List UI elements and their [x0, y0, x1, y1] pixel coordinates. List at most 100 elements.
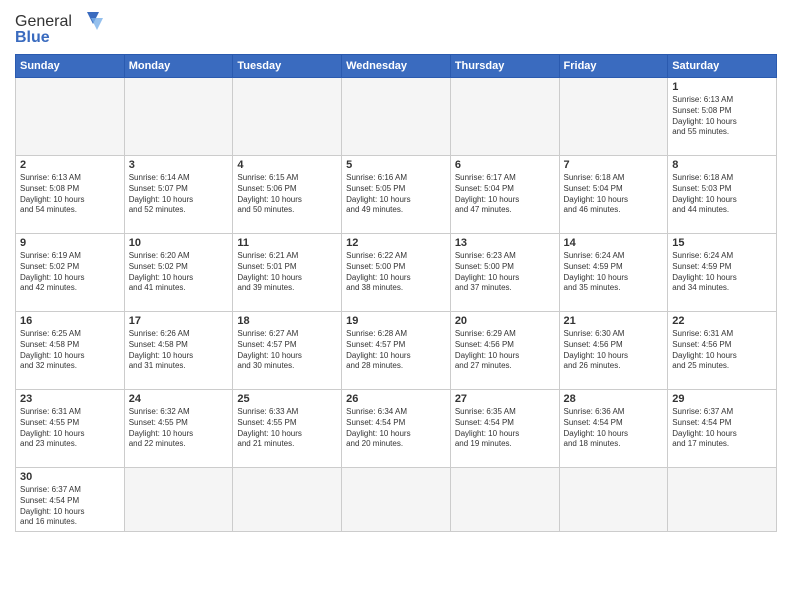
day-info: Sunrise: 6:31 AM Sunset: 4:56 PM Dayligh…	[672, 329, 772, 372]
day-number: 10	[129, 237, 229, 249]
calendar-cell: 1Sunrise: 6:13 AM Sunset: 5:08 PM Daylig…	[668, 78, 777, 156]
day-number: 2	[20, 159, 120, 171]
calendar-cell: 19Sunrise: 6:28 AM Sunset: 4:57 PM Dayli…	[342, 312, 451, 390]
day-number: 13	[455, 237, 555, 249]
day-info: Sunrise: 6:22 AM Sunset: 5:00 PM Dayligh…	[346, 251, 446, 294]
day-number: 6	[455, 159, 555, 171]
day-number: 25	[237, 393, 337, 405]
day-number: 8	[672, 159, 772, 171]
day-info: Sunrise: 6:21 AM Sunset: 5:01 PM Dayligh…	[237, 251, 337, 294]
calendar-cell	[450, 468, 559, 532]
day-number: 9	[20, 237, 120, 249]
weekday-monday: Monday	[124, 55, 233, 78]
weekday-wednesday: Wednesday	[342, 55, 451, 78]
calendar-cell: 28 Sunrise: 6:36 AM Sunset: 4:54 PM Dayli…	[559, 390, 668, 468]
calendar-cell: 2 Sunrise: 6:13 AM Sunset: 5:08 PM Daylig…	[16, 156, 125, 234]
day-number: 11	[237, 237, 337, 249]
calendar-cell: 12Sunrise: 6:22 AM Sunset: 5:00 PM Dayli…	[342, 234, 451, 312]
calendar-cell: 27 Sunrise: 6:35 AM Sunset: 4:54 PM Dayli…	[450, 390, 559, 468]
day-info: Sunrise: 6:29 AM Sunset: 4:56 PM Dayligh…	[455, 329, 555, 372]
day-number: 3	[129, 159, 229, 171]
calendar-cell: 7 Sunrise: 6:18 AM Sunset: 5:04 PM Daylig…	[559, 156, 668, 234]
weekday-saturday: Saturday	[668, 55, 777, 78]
day-info: Sunrise: 6:18 AM Sunset: 5:03 PM Dayligh…	[672, 173, 772, 216]
day-number: 28	[564, 393, 664, 405]
day-info: Sunrise: 6:26 AM Sunset: 4:58 PM Dayligh…	[129, 329, 229, 372]
day-info: Sunrise: 6:34 AM Sunset: 4:54 PM Dayligh…	[346, 407, 446, 450]
day-info: Sunrise: 6:13 AM Sunset: 5:08 PM Dayligh…	[20, 173, 120, 216]
calendar-cell: 16 Sunrise: 6:25 AM Sunset: 4:58 PM Dayli…	[16, 312, 125, 390]
calendar-cell	[559, 468, 668, 532]
calendar-week-3: 16 Sunrise: 6:25 AM Sunset: 4:58 PM Dayli…	[16, 312, 777, 390]
day-info: Sunrise: 6:30 AM Sunset: 4:56 PM Dayligh…	[564, 329, 664, 372]
day-number: 22	[672, 315, 772, 327]
day-info: Sunrise: 6:14 AM Sunset: 5:07 PM Dayligh…	[129, 173, 229, 216]
day-number: 16	[20, 315, 120, 327]
weekday-header-row: SundayMondayTuesdayWednesdayThursdayFrid…	[16, 55, 777, 78]
day-info: Sunrise: 6:24 AM Sunset: 4:59 PM Dayligh…	[564, 251, 664, 294]
day-info: Sunrise: 6:32 AM Sunset: 4:55 PM Dayligh…	[129, 407, 229, 450]
weekday-sunday: Sunday	[16, 55, 125, 78]
day-info: Sunrise: 6:37 AM Sunset: 4:54 PM Dayligh…	[672, 407, 772, 450]
calendar-cell: 8 Sunrise: 6:18 AM Sunset: 5:03 PM Daylig…	[668, 156, 777, 234]
calendar-cell: 3 Sunrise: 6:14 AM Sunset: 5:07 PM Daylig…	[124, 156, 233, 234]
day-number: 20	[455, 315, 555, 327]
day-number: 23	[20, 393, 120, 405]
day-info: Sunrise: 6:15 AM Sunset: 5:06 PM Dayligh…	[237, 173, 337, 216]
calendar-cell: 30 Sunrise: 6:37 AM Sunset: 4:54 PM Dayli…	[16, 468, 125, 532]
day-number: 5	[346, 159, 446, 171]
logo: GeneralBlue	[15, 10, 115, 46]
calendar-week-0: 1Sunrise: 6:13 AM Sunset: 5:08 PM Daylig…	[16, 78, 777, 156]
day-info: Sunrise: 6:37 AM Sunset: 4:54 PM Dayligh…	[20, 485, 120, 528]
weekday-thursday: Thursday	[450, 55, 559, 78]
calendar-week-2: 9Sunrise: 6:19 AM Sunset: 5:02 PM Daylig…	[16, 234, 777, 312]
calendar-cell: 6Sunrise: 6:17 AM Sunset: 5:04 PM Daylig…	[450, 156, 559, 234]
day-info: Sunrise: 6:33 AM Sunset: 4:55 PM Dayligh…	[237, 407, 337, 450]
svg-text:Blue: Blue	[15, 29, 50, 46]
svg-text:General: General	[15, 13, 72, 30]
calendar-table: SundayMondayTuesdayWednesdayThursdayFrid…	[15, 54, 777, 532]
calendar-cell	[124, 468, 233, 532]
calendar-cell	[559, 78, 668, 156]
calendar-cell: 18Sunrise: 6:27 AM Sunset: 4:57 PM Dayli…	[233, 312, 342, 390]
calendar-cell	[124, 78, 233, 156]
day-number: 24	[129, 393, 229, 405]
calendar-cell: 20 Sunrise: 6:29 AM Sunset: 4:56 PM Dayli…	[450, 312, 559, 390]
calendar-cell: 17 Sunrise: 6:26 AM Sunset: 4:58 PM Dayli…	[124, 312, 233, 390]
day-number: 27	[455, 393, 555, 405]
calendar-cell: 10 Sunrise: 6:20 AM Sunset: 5:02 PM Dayli…	[124, 234, 233, 312]
day-number: 29	[672, 393, 772, 405]
calendar-cell: 9Sunrise: 6:19 AM Sunset: 5:02 PM Daylig…	[16, 234, 125, 312]
calendar-cell: 13 Sunrise: 6:23 AM Sunset: 5:00 PM Dayli…	[450, 234, 559, 312]
calendar-cell: 26Sunrise: 6:34 AM Sunset: 4:54 PM Dayli…	[342, 390, 451, 468]
calendar-cell	[342, 78, 451, 156]
day-info: Sunrise: 6:24 AM Sunset: 4:59 PM Dayligh…	[672, 251, 772, 294]
calendar-cell: 29 Sunrise: 6:37 AM Sunset: 4:54 PM Dayli…	[668, 390, 777, 468]
day-info: Sunrise: 6:25 AM Sunset: 4:58 PM Dayligh…	[20, 329, 120, 372]
day-info: Sunrise: 6:20 AM Sunset: 5:02 PM Dayligh…	[129, 251, 229, 294]
day-info: Sunrise: 6:31 AM Sunset: 4:55 PM Dayligh…	[20, 407, 120, 450]
calendar-cell	[342, 468, 451, 532]
calendar-cell: 21 Sunrise: 6:30 AM Sunset: 4:56 PM Dayli…	[559, 312, 668, 390]
calendar-cell: 11 Sunrise: 6:21 AM Sunset: 5:01 PM Dayli…	[233, 234, 342, 312]
weekday-friday: Friday	[559, 55, 668, 78]
day-info: Sunrise: 6:36 AM Sunset: 4:54 PM Dayligh…	[564, 407, 664, 450]
day-number: 30	[20, 471, 120, 483]
weekday-tuesday: Tuesday	[233, 55, 342, 78]
calendar-cell: 14Sunrise: 6:24 AM Sunset: 4:59 PM Dayli…	[559, 234, 668, 312]
calendar-cell	[668, 468, 777, 532]
day-number: 21	[564, 315, 664, 327]
day-number: 7	[564, 159, 664, 171]
day-info: Sunrise: 6:16 AM Sunset: 5:05 PM Dayligh…	[346, 173, 446, 216]
day-number: 17	[129, 315, 229, 327]
calendar-cell	[16, 78, 125, 156]
calendar-cell	[233, 78, 342, 156]
day-info: Sunrise: 6:18 AM Sunset: 5:04 PM Dayligh…	[564, 173, 664, 216]
day-info: Sunrise: 6:35 AM Sunset: 4:54 PM Dayligh…	[455, 407, 555, 450]
calendar-week-1: 2 Sunrise: 6:13 AM Sunset: 5:08 PM Daylig…	[16, 156, 777, 234]
page: GeneralBlue SundayMondayTuesdayWednesday…	[0, 0, 792, 612]
day-info: Sunrise: 6:27 AM Sunset: 4:57 PM Dayligh…	[237, 329, 337, 372]
day-info: Sunrise: 6:23 AM Sunset: 5:00 PM Dayligh…	[455, 251, 555, 294]
generalblue-logo-icon: GeneralBlue	[15, 10, 115, 46]
day-info: Sunrise: 6:13 AM Sunset: 5:08 PM Dayligh…	[672, 95, 772, 138]
